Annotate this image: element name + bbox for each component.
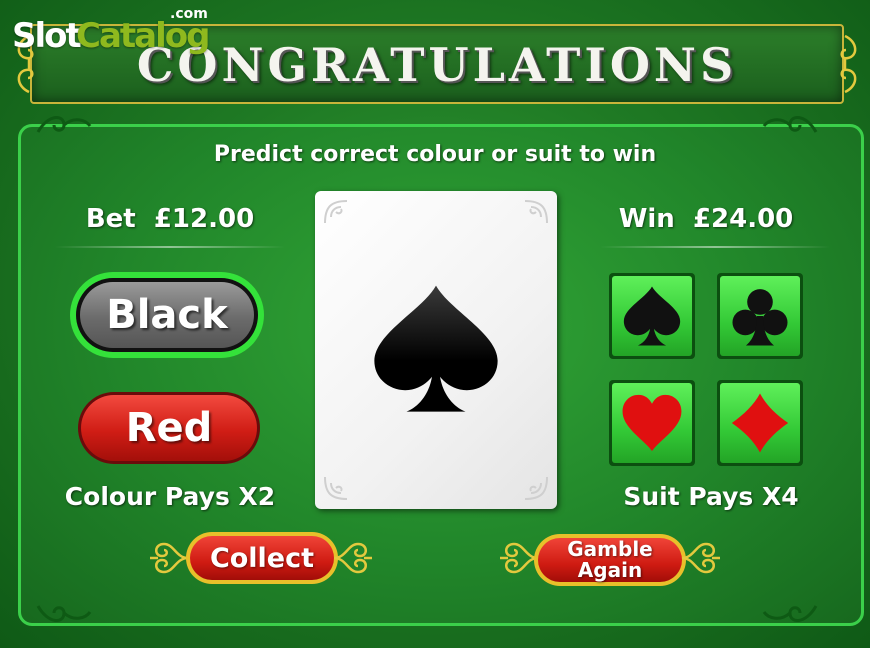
win-divider — [600, 246, 830, 248]
corner-ornament-icon — [36, 116, 92, 133]
watermark-com: .com — [170, 6, 208, 22]
black-button[interactable]: Black — [70, 272, 264, 358]
spade-icon — [374, 285, 498, 412]
bet-divider — [55, 246, 285, 248]
flourish-right-icon — [333, 542, 372, 574]
clubs-button[interactable] — [717, 273, 803, 359]
colour-pays-text: Colour Pays X2 — [64, 482, 276, 511]
corner-ornament-icon — [762, 605, 818, 622]
bet-label: Bet — [85, 204, 136, 234]
collect-button-label: Collect — [190, 536, 334, 580]
instruction-text: Predict correct colour or suit to win — [213, 142, 657, 167]
watermark-catalog: Catalog — [76, 16, 210, 56]
spades-button[interactable] — [609, 273, 695, 359]
scroll-ornament-right-icon — [840, 34, 857, 94]
spade-icon — [623, 286, 681, 346]
card-corner-ornament-icon — [324, 476, 348, 500]
gamble-again-button[interactable]: Gamble Again — [534, 534, 686, 586]
bet-value: £12.00 — [153, 204, 255, 234]
hearts-button[interactable] — [609, 380, 695, 466]
club-icon — [732, 289, 788, 346]
card-corner-ornament-icon — [524, 200, 548, 224]
win-display: Win £24.00 — [596, 204, 816, 234]
diamonds-button[interactable] — [717, 380, 803, 466]
revealed-card — [315, 191, 557, 509]
suit-pays-text: Suit Pays X4 — [623, 482, 799, 511]
corner-ornament-icon — [36, 605, 92, 622]
bet-display: Bet £12.00 — [60, 204, 280, 234]
red-button-label: Red — [81, 395, 257, 461]
win-label: Win — [618, 204, 675, 234]
diamond-icon — [731, 393, 789, 453]
gamble-again-label-line1: Gamble — [567, 537, 653, 561]
red-button[interactable]: Red — [78, 392, 260, 464]
card-corner-ornament-icon — [524, 476, 548, 500]
watermark-slot: Slot — [12, 16, 82, 56]
flourish-right-icon — [681, 542, 720, 574]
gamble-again-label-line2: Again — [577, 558, 643, 582]
heart-icon — [622, 394, 682, 452]
win-value: £24.00 — [692, 204, 794, 234]
corner-ornament-icon — [762, 116, 818, 133]
card-corner-ornament-icon — [324, 200, 348, 224]
collect-button[interactable]: Collect — [186, 532, 338, 584]
black-button-label: Black — [80, 282, 254, 348]
flourish-left-icon — [150, 542, 189, 574]
